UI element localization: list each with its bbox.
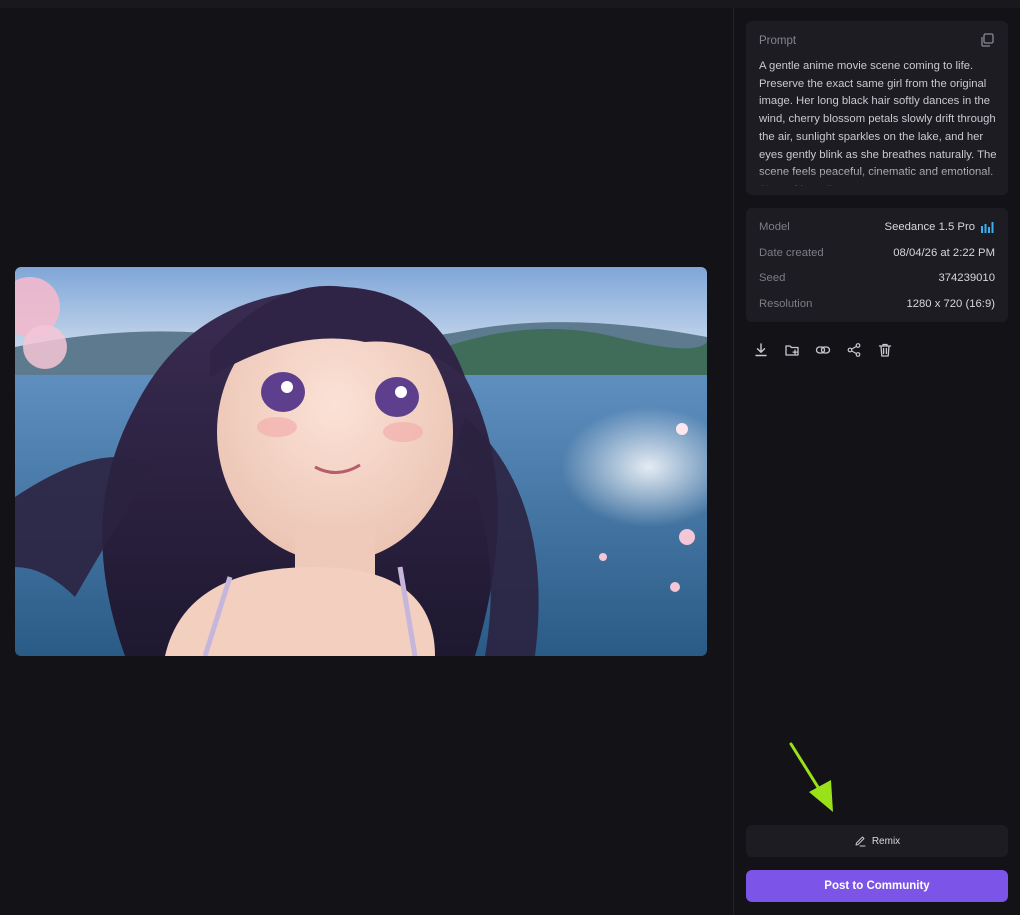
link-icon[interactable] <box>814 341 832 359</box>
remix-button[interactable]: Remix <box>746 825 1008 857</box>
model-bars-icon <box>981 222 994 233</box>
add-to-folder-icon[interactable] <box>783 341 801 359</box>
date-value: 08/04/26 at 2:22 PM <box>893 247 995 259</box>
details-sidebar: Prompt A gentle anime movie scene coming… <box>734 8 1020 915</box>
date-label: Date created <box>759 247 824 259</box>
post-to-community-button[interactable]: Post to Community <box>746 870 1008 902</box>
share-icon[interactable] <box>845 341 863 359</box>
seed-row: Seed 374239010 <box>759 270 995 286</box>
model-value: Seedance 1.5 Pro <box>884 221 975 233</box>
annotation-arrow-icon <box>789 742 833 812</box>
copy-icon[interactable] <box>979 32 995 48</box>
model-label: Model <box>759 221 790 233</box>
resolution-value: 1280 x 720 (16:9) <box>906 298 995 310</box>
anime-girl-lake-image <box>15 267 707 656</box>
resolution-row: Resolution 1280 x 720 (16:9) <box>759 296 995 312</box>
remix-label: Remix <box>871 835 901 847</box>
seed-value: 374239010 <box>938 272 995 284</box>
trash-icon[interactable] <box>876 341 894 359</box>
prompt-card: Prompt A gentle anime movie scene coming… <box>746 21 1008 195</box>
seed-label: Seed <box>759 272 786 284</box>
download-icon[interactable] <box>752 341 770 359</box>
remix-pen-icon <box>855 836 866 847</box>
resolution-label: Resolution <box>759 298 813 310</box>
prompt-label: Prompt <box>759 35 797 47</box>
model-row: Model Seedance 1.5 Pro <box>759 219 995 235</box>
prompt-fade <box>746 167 1008 195</box>
action-toolbar <box>752 341 894 359</box>
generated-video-preview[interactable] <box>15 267 707 656</box>
top-bar <box>0 0 1020 8</box>
date-row: Date created 08/04/26 at 2:22 PM <box>759 245 995 261</box>
details-card: Model Seedance 1.5 Pro Date created 08/0… <box>746 208 1008 322</box>
